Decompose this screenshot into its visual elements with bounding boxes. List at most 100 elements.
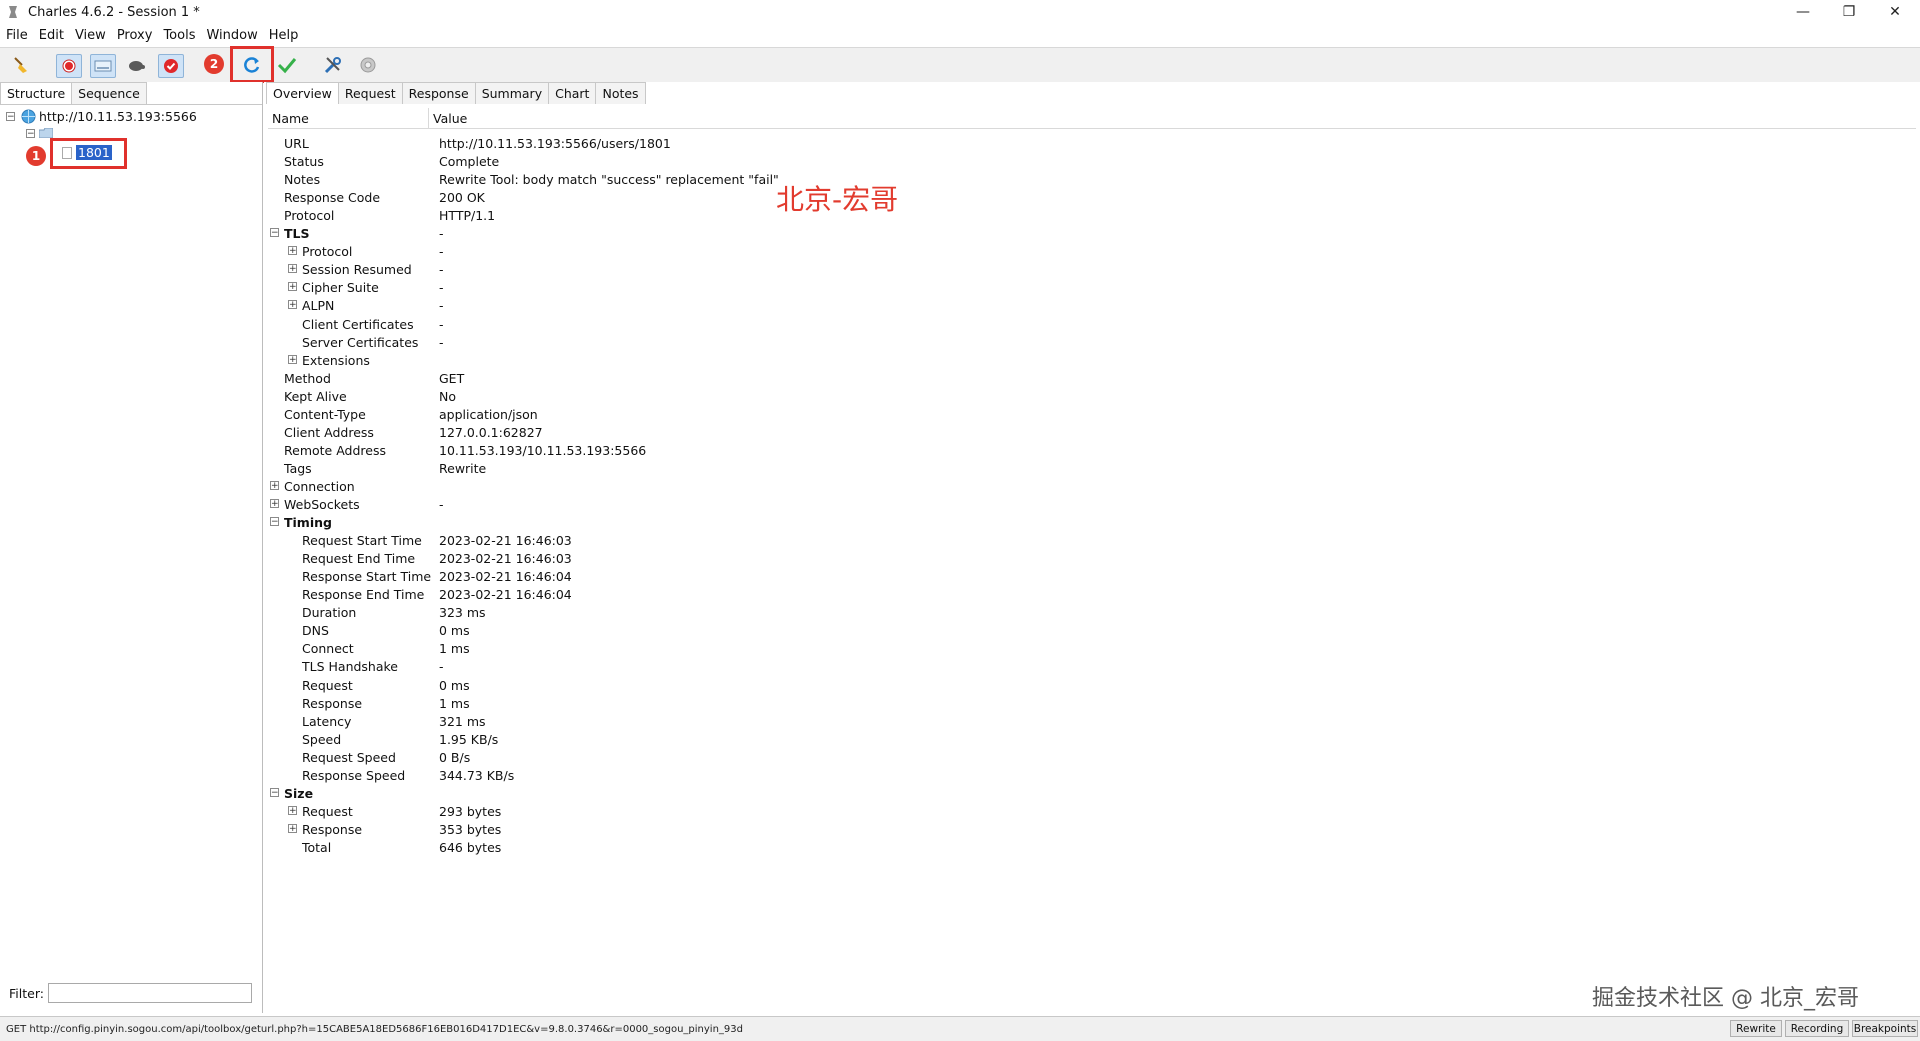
tab-request[interactable]: Request (337, 82, 403, 104)
table-row[interactable]: Response End Time 2023-02-21 16:46:04 (268, 585, 1868, 603)
collapse-icon[interactable]: − (270, 788, 279, 798)
menu-proxy[interactable]: Proxy (111, 28, 158, 43)
menu-help[interactable]: Help (263, 28, 304, 43)
table-row[interactable]: + Cipher Suite - (268, 278, 1868, 296)
menu-tools[interactable]: Tools (157, 28, 200, 43)
menu-edit[interactable]: Edit (33, 28, 69, 43)
table-row[interactable]: + Request 293 bytes (268, 802, 1868, 820)
expand-icon[interactable]: + (270, 481, 279, 491)
tools-icon[interactable] (321, 54, 345, 76)
tree-host-row[interactable]: − http://10.11.53.193:5566 (6, 109, 197, 124)
tab-sequence[interactable]: Sequence (71, 82, 147, 104)
menu-view[interactable]: View (69, 28, 111, 43)
throttle-icon[interactable] (90, 54, 116, 78)
tab-overview[interactable]: Overview (266, 82, 339, 104)
collapse-icon[interactable]: − (26, 128, 35, 138)
expand-icon[interactable]: + (288, 355, 297, 365)
breakpoint-icon[interactable] (158, 54, 184, 78)
expand-icon[interactable]: + (288, 282, 297, 292)
minimize-icon[interactable]: — (1780, 0, 1826, 24)
row-name: Response (302, 821, 363, 837)
validate-icon[interactable] (275, 54, 299, 76)
table-row[interactable]: Connect 1 ms (268, 639, 1868, 657)
row-value: - (439, 496, 444, 512)
table-row[interactable]: Duration 323 ms (268, 603, 1868, 621)
row-name: Connect (302, 640, 354, 656)
collapse-icon[interactable]: − (6, 112, 15, 122)
collapse-icon[interactable]: − (270, 228, 279, 238)
settings-icon[interactable] (356, 54, 380, 76)
table-row[interactable]: + WebSockets - (268, 495, 1868, 513)
table-row[interactable]: Notes Rewrite Tool: body match "success" … (268, 170, 1868, 188)
table-row[interactable]: Speed 1.95 KB/s (268, 730, 1868, 748)
table-row[interactable]: Response Start Time 2023-02-21 16:46:04 (268, 567, 1868, 585)
row-value: 10.11.53.193/10.11.53.193:5566 (439, 442, 647, 458)
column-value-header[interactable]: Value (429, 108, 471, 128)
table-row[interactable]: + ALPN - (268, 296, 1868, 314)
table-row[interactable]: Total 646 bytes (268, 838, 1868, 856)
restore-icon[interactable]: ❐ (1826, 0, 1872, 24)
table-row[interactable]: − TLS - (268, 224, 1868, 242)
table-row[interactable]: Status Complete (268, 152, 1868, 170)
table-row[interactable]: Tags Rewrite (268, 459, 1868, 477)
menu-file[interactable]: File (0, 28, 33, 43)
table-row[interactable]: − Timing (268, 513, 1868, 531)
table-row[interactable]: Kept Alive No (268, 387, 1868, 405)
table-row[interactable]: Server Certificates - (268, 333, 1868, 351)
table-row[interactable]: Latency 321 ms (268, 712, 1868, 730)
row-value: 353 bytes (439, 821, 502, 837)
tab-notes[interactable]: Notes (595, 82, 646, 104)
tree-folder-row[interactable]: − (26, 128, 53, 138)
table-row[interactable]: + Response 353 bytes (268, 820, 1868, 838)
expand-icon[interactable]: + (288, 300, 297, 310)
table-row[interactable]: Method GET (268, 369, 1868, 387)
table-row[interactable]: TLS Handshake - (268, 657, 1868, 675)
column-name-header[interactable]: Name (268, 108, 429, 128)
tab-response[interactable]: Response (401, 82, 476, 104)
row-value: Complete (439, 153, 500, 169)
expand-icon[interactable]: + (288, 264, 297, 274)
tab-summary[interactable]: Summary (474, 82, 550, 104)
table-row[interactable]: + Extensions (268, 351, 1868, 369)
expand-icon[interactable]: + (270, 499, 279, 509)
row-value: - (439, 316, 444, 332)
table-row[interactable]: Response Speed 344.73 KB/s (268, 766, 1868, 784)
tab-chart[interactable]: Chart (548, 82, 597, 104)
collapse-icon[interactable]: − (270, 517, 279, 527)
table-row[interactable]: + Session Resumed - (268, 260, 1868, 278)
row-name: Request Speed (302, 749, 396, 765)
close-icon[interactable]: ✕ (1872, 0, 1918, 24)
table-row[interactable]: Request End Time 2023-02-21 16:46:03 (268, 549, 1868, 567)
row-value: 0 ms (439, 622, 470, 638)
expand-icon[interactable]: + (288, 246, 297, 256)
table-row[interactable]: Remote Address 10.11.53.193/10.11.53.193:… (268, 441, 1868, 459)
rewrite-status-button[interactable]: Rewrite (1730, 1020, 1782, 1037)
expand-icon[interactable]: + (288, 806, 297, 816)
table-row[interactable]: + Connection (268, 477, 1868, 495)
table-row[interactable]: URL http://10.11.53.193:5566/users/1801 (268, 134, 1868, 152)
tab-structure[interactable]: Structure (0, 82, 73, 104)
table-row[interactable]: Request 0 ms (268, 676, 1868, 694)
charles-app-icon (6, 5, 20, 19)
table-row[interactable]: Client Certificates - (268, 315, 1868, 333)
highlight-frame-repeat (230, 46, 274, 83)
table-row[interactable]: + Protocol - (268, 242, 1868, 260)
recording-status-button[interactable]: Recording (1785, 1020, 1849, 1037)
table-row[interactable]: Response Code 200 OK (268, 188, 1868, 206)
menu-window[interactable]: Window (200, 28, 262, 43)
expand-icon[interactable]: + (288, 824, 297, 834)
row-value: 2023-02-21 16:46:04 (439, 568, 572, 584)
table-row[interactable]: Client Address 127.0.0.1:62827 (268, 423, 1868, 441)
table-row[interactable]: Content-Type application/json (268, 405, 1868, 423)
turtle-icon[interactable] (124, 54, 148, 76)
table-row[interactable]: Request Start Time 2023-02-21 16:46:03 (268, 531, 1868, 549)
table-row[interactable]: Response 1 ms (268, 694, 1868, 712)
breakpoints-status-button[interactable]: Breakpoints (1852, 1020, 1918, 1037)
table-row[interactable]: Request Speed 0 B/s (268, 748, 1868, 766)
table-row[interactable]: Protocol HTTP/1.1 (268, 206, 1868, 224)
table-row[interactable]: − Size (268, 784, 1868, 802)
broom-icon[interactable] (10, 54, 34, 76)
table-row[interactable]: DNS 0 ms (268, 621, 1868, 639)
filter-input[interactable] (47, 983, 252, 1003)
record-icon[interactable] (56, 54, 82, 78)
